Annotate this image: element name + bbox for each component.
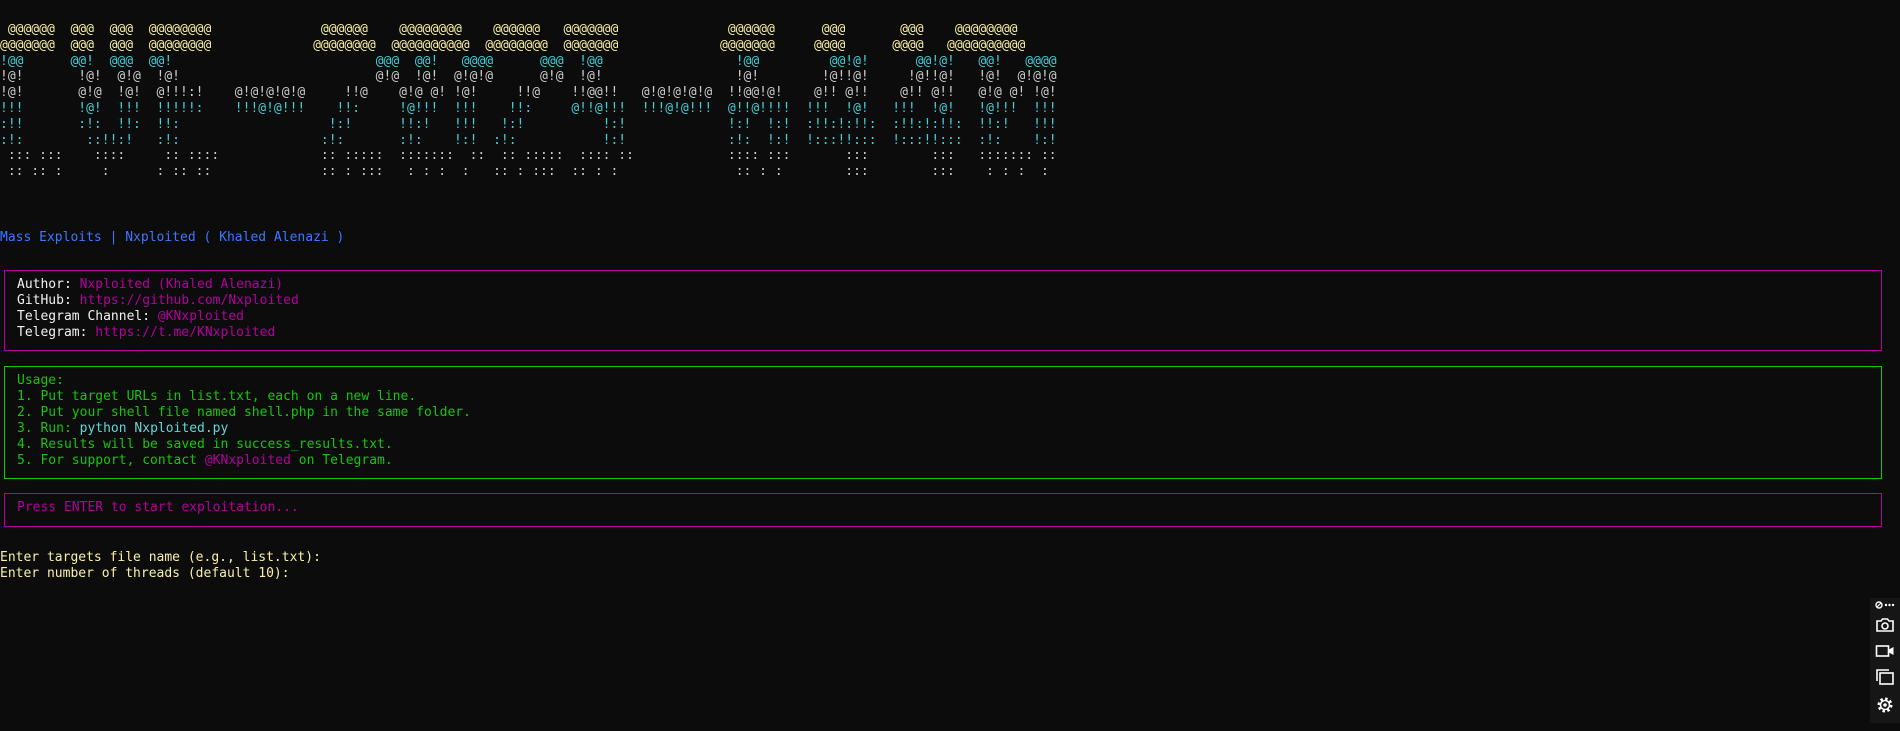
banner-row: :!: ::!!:! :!: :!: :!: !:! :!: !:! :!: !… bbox=[0, 133, 1057, 148]
run-command: python Nxploited.py bbox=[79, 421, 229, 436]
banner-segment: !@! @!@ !@! @!!!:! @!@!@!@!@ !!@ @!@ @! … bbox=[0, 85, 1057, 101]
banner-segment: @@@@@@ @@@ @@@ @@@@@@@@ @@@@@@ @@@@@@@@ … bbox=[0, 22, 1018, 37]
usage-step-5-suffix: on Telegram. bbox=[290, 453, 393, 468]
banner-row: @@@@@@@ @@@ @@@ @@@@@@@@ @@@@@@@@ @@@@@@… bbox=[0, 38, 1025, 53]
usage-step-3: 3. Run: python Nxploited.py bbox=[17, 421, 1869, 437]
usage-step-5-prefix: 5. For support, contact bbox=[17, 453, 205, 468]
usage-step-5: 5. For support, contact @KNxploited on T… bbox=[17, 453, 1869, 469]
banner-row: !@! !@! @!@ !@! @!@ !@! @!@!@ @!@ !@! !@… bbox=[0, 69, 1057, 84]
usage-step-4: 4. Results will be saved in success_resu… bbox=[17, 437, 393, 452]
ascii-art-banner: @@@@@@ @@@ @@@ @@@@@@@@ @@@@@@ @@@@@@@@ … bbox=[0, 22, 1057, 180]
github-line: GitHub: https://github.com/Nxploited bbox=[17, 293, 1869, 309]
banner-segment: :!: ::!!:! :!: :!: :!: !:! :!: !:! :!: !… bbox=[0, 132, 1057, 148]
record-video-button[interactable] bbox=[1870, 640, 1900, 662]
support-handle: @KNxploited bbox=[204, 453, 291, 468]
usage-step-1: 1. Put target URLs in list.txt, each on … bbox=[17, 389, 417, 404]
banner-segment: ::: ::: :::: :: :::: :: ::::: ::::::: ::… bbox=[0, 148, 1057, 164]
start-prompt-box: Press ENTER to start exploitation... bbox=[4, 493, 1882, 527]
author-info-box: Author: Nxploited (Khaled Alenazi) GitHu… bbox=[4, 270, 1882, 351]
banner-segment: :: :: : : : :: :: :: : ::: : : : : :: : … bbox=[0, 164, 1049, 180]
banner-row: ::: ::: :::: :: :::: :: ::::: ::::::: ::… bbox=[0, 148, 1057, 163]
banner-row: @@@@@@ @@@ @@@ @@@@@@@@ @@@@@@ @@@@@@@@ … bbox=[0, 22, 1018, 37]
gear-icon bbox=[1875, 695, 1895, 715]
author-line: Author: Nxploited (Khaled Alenazi) bbox=[17, 277, 1869, 293]
banner-segment: !@! !@! @!@ !@! @!@ !@! @!@!@ @!@ !@! !@… bbox=[0, 69, 1057, 85]
usage-step-2: 2. Put your shell file named shell.php i… bbox=[17, 405, 471, 420]
banner-segment: !!! !@! !!! !!!!!: !!!@!@!!! !!: !@!!! !… bbox=[0, 100, 1057, 116]
telegram-channel-value: @KNxploited bbox=[157, 309, 244, 324]
screenshot-button[interactable] bbox=[1870, 614, 1900, 636]
telegram-label: Telegram: bbox=[17, 325, 96, 340]
settings-button[interactable] bbox=[1870, 694, 1900, 716]
banner-row: :: :: : : : :: :: :: : ::: : : : : :: : … bbox=[0, 164, 1049, 179]
banner-segment: @@! @@@ @@! @@@ @@! @@@@ @@@ !@@ !@@ @@!… bbox=[70, 53, 1057, 69]
banner-row: !@! @!@ !@! @!!!:! @!@!@!@!@ !!@ @!@ @! … bbox=[0, 85, 1057, 100]
press-enter-prompt: Press ENTER to start exploitation... bbox=[17, 500, 299, 515]
banner-row: !!! !@! !!! !!!!!: !!!@!@!!! !!: !@!!! !… bbox=[0, 101, 1057, 116]
input-prompts[interactable]: Enter targets file name (e.g., list.txt)… bbox=[0, 550, 321, 582]
author-label: Author: bbox=[17, 277, 80, 292]
tool-subtitle: Mass Exploits | Nxploited ( Khaled Alena… bbox=[0, 230, 345, 245]
targets-file-prompt[interactable]: Enter targets file name (e.g., list.txt)… bbox=[0, 550, 321, 566]
threads-prompt[interactable]: Enter number of threads (default 10): bbox=[0, 566, 321, 582]
copy-button[interactable] bbox=[1870, 666, 1900, 688]
banner-segment: @@@@@@@ @@@ @@@ @@@@@@@@ @@@@@@@@ @@@@@@… bbox=[0, 37, 1026, 53]
pin-more-icon bbox=[1875, 600, 1895, 610]
telegram-link[interactable]: https://t.me/KNxploited bbox=[95, 325, 275, 340]
video-icon bbox=[1875, 643, 1895, 659]
banner-row: !@@ @@! @@@ @@! @@@ @@! @@@@ @@@ !@@ !@@… bbox=[0, 54, 1057, 69]
telegram-channel-label: Telegram Channel: bbox=[17, 309, 158, 324]
usage-title: Usage: bbox=[17, 373, 64, 388]
copy-icon bbox=[1875, 668, 1895, 686]
banner-segment: !@@ bbox=[0, 53, 71, 69]
usage-step-3-prefix: 3. Run: bbox=[17, 421, 80, 436]
telegram-channel-line: Telegram Channel: @KNxploited bbox=[17, 309, 1869, 325]
capture-toolbar bbox=[1870, 598, 1900, 723]
terminal-window[interactable]: @@@@@@ @@@ @@@ @@@@@@@@ @@@@@@ @@@@@@@@ … bbox=[0, 0, 1882, 731]
author-value: Nxploited (Khaled Alenazi) bbox=[79, 277, 284, 292]
telegram-line: Telegram: https://t.me/KNxploited bbox=[17, 325, 1869, 341]
pin-more-button[interactable] bbox=[1870, 598, 1900, 612]
github-link[interactable]: https://github.com/Nxploited bbox=[80, 293, 299, 308]
github-label: GitHub: bbox=[17, 293, 80, 308]
banner-segment: :!! :!: !!: !!: !:! !!:! !!! !:! !:! !:!… bbox=[0, 116, 1057, 132]
banner-row: :!! :!: !!: !!: !:! !!:! !!! !:! !:! !:!… bbox=[0, 117, 1057, 132]
camera-icon bbox=[1875, 617, 1895, 633]
usage-box: Usage: 1. Put target URLs in list.txt, e… bbox=[4, 366, 1882, 479]
